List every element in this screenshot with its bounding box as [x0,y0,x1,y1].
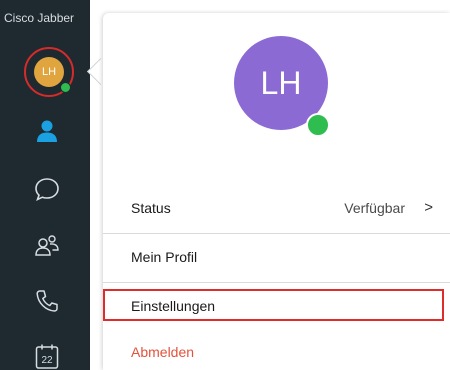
profile-label: Mein Profil [131,249,198,265]
app-title: Cisco Jabber [4,11,75,25]
phone-icon [36,290,58,312]
sidebar-item-calls[interactable] [33,287,61,315]
profile-menu: LH Status Verfügbar > Mein Profil Einste… [103,13,450,370]
presence-indicator-small [60,82,71,93]
menu-item-profile[interactable]: Mein Profil [103,234,450,280]
profile-avatar-button[interactable]: LH [24,47,74,97]
jabber-window: Cisco Jabber LH 22 LH Status Verfügbar >… [0,0,450,370]
menu-item-logout[interactable]: Abmelden [103,329,450,370]
calendar-day-label: 22 [41,355,53,366]
sidebar-item-chats[interactable] [33,175,61,203]
status-label: Status [131,200,171,216]
sidebar-item-calendar[interactable]: 22 [33,342,61,370]
chevron-right-icon: > [424,199,433,216]
settings-highlight-box [103,289,444,321]
logout-label: Abmelden [131,344,195,360]
avatar-small: LH [34,57,64,87]
sidebar-item-contacts[interactable] [33,117,61,145]
menu-item-status[interactable]: Status Verfügbar > [103,185,450,231]
people-icon [35,235,59,256]
calendar-icon: 22 [35,344,59,369]
chat-bubble-icon [35,178,59,202]
sidebar: Cisco Jabber LH 22 [0,0,90,370]
status-value: Verfügbar [344,200,405,216]
person-icon [37,120,57,142]
presence-indicator-large [306,113,330,137]
sidebar-item-meetings[interactable] [33,232,61,260]
